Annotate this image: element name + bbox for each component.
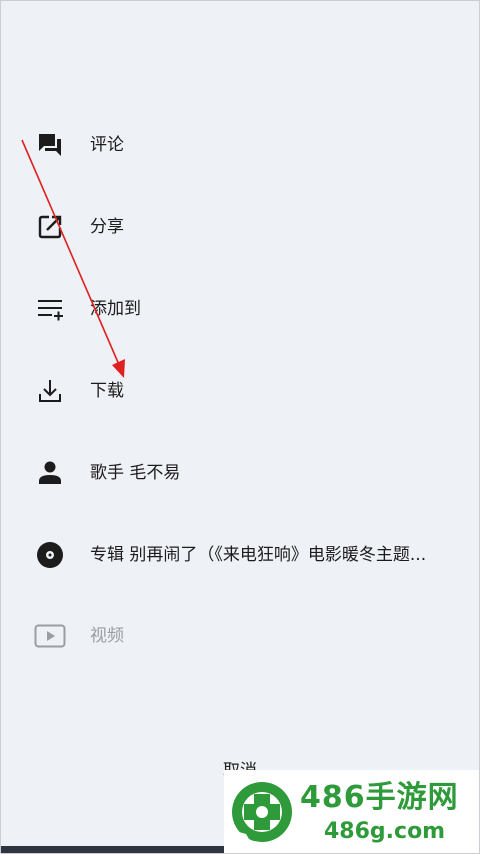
menu-item-share[interactable]: 分享: [0, 197, 480, 257]
add-to-playlist-icon: [34, 293, 66, 325]
menu-item-video: 视频: [0, 606, 480, 666]
home-indicator-bar: [0, 846, 240, 854]
watermark-domain: 486g.com: [324, 819, 446, 844]
download-icon: [34, 375, 66, 407]
menu-item-comment[interactable]: 评论: [0, 115, 480, 175]
person-icon: [34, 457, 66, 489]
menu-item-label: 评论: [90, 135, 124, 155]
menu-item-download[interactable]: 下载: [0, 361, 480, 421]
album-disc-icon: [34, 539, 66, 571]
video-play-icon: [34, 620, 66, 652]
menu-item-label: 分享: [90, 217, 124, 237]
menu-item-label: 视频: [90, 626, 124, 646]
menu-item-singer[interactable]: 歌手 毛不易: [0, 443, 480, 503]
watermark-title: 486手游网: [300, 780, 459, 815]
watermark-logo-icon: [232, 782, 292, 844]
menu-item-label: 歌手 毛不易: [90, 463, 181, 483]
menu-item-label: 下载: [90, 381, 124, 401]
menu-item-label: 添加到: [90, 299, 141, 319]
share-icon: [34, 211, 66, 243]
menu-item-add-to[interactable]: 添加到: [0, 279, 480, 339]
watermark: 486手游网 486g.com: [224, 770, 480, 854]
menu-item-album[interactable]: 专辑 别再闹了（《来电狂响》电影暖冬主题...: [0, 525, 480, 585]
comment-icon: [34, 129, 66, 161]
menu-item-label: 专辑 别再闹了（《来电狂响》电影暖冬主题...: [90, 545, 427, 565]
action-sheet: 评论 分享 添加到 下载 歌手 毛不易 专辑 别再闹了（《来电狂响》电影暖冬主题…: [0, 0, 480, 854]
